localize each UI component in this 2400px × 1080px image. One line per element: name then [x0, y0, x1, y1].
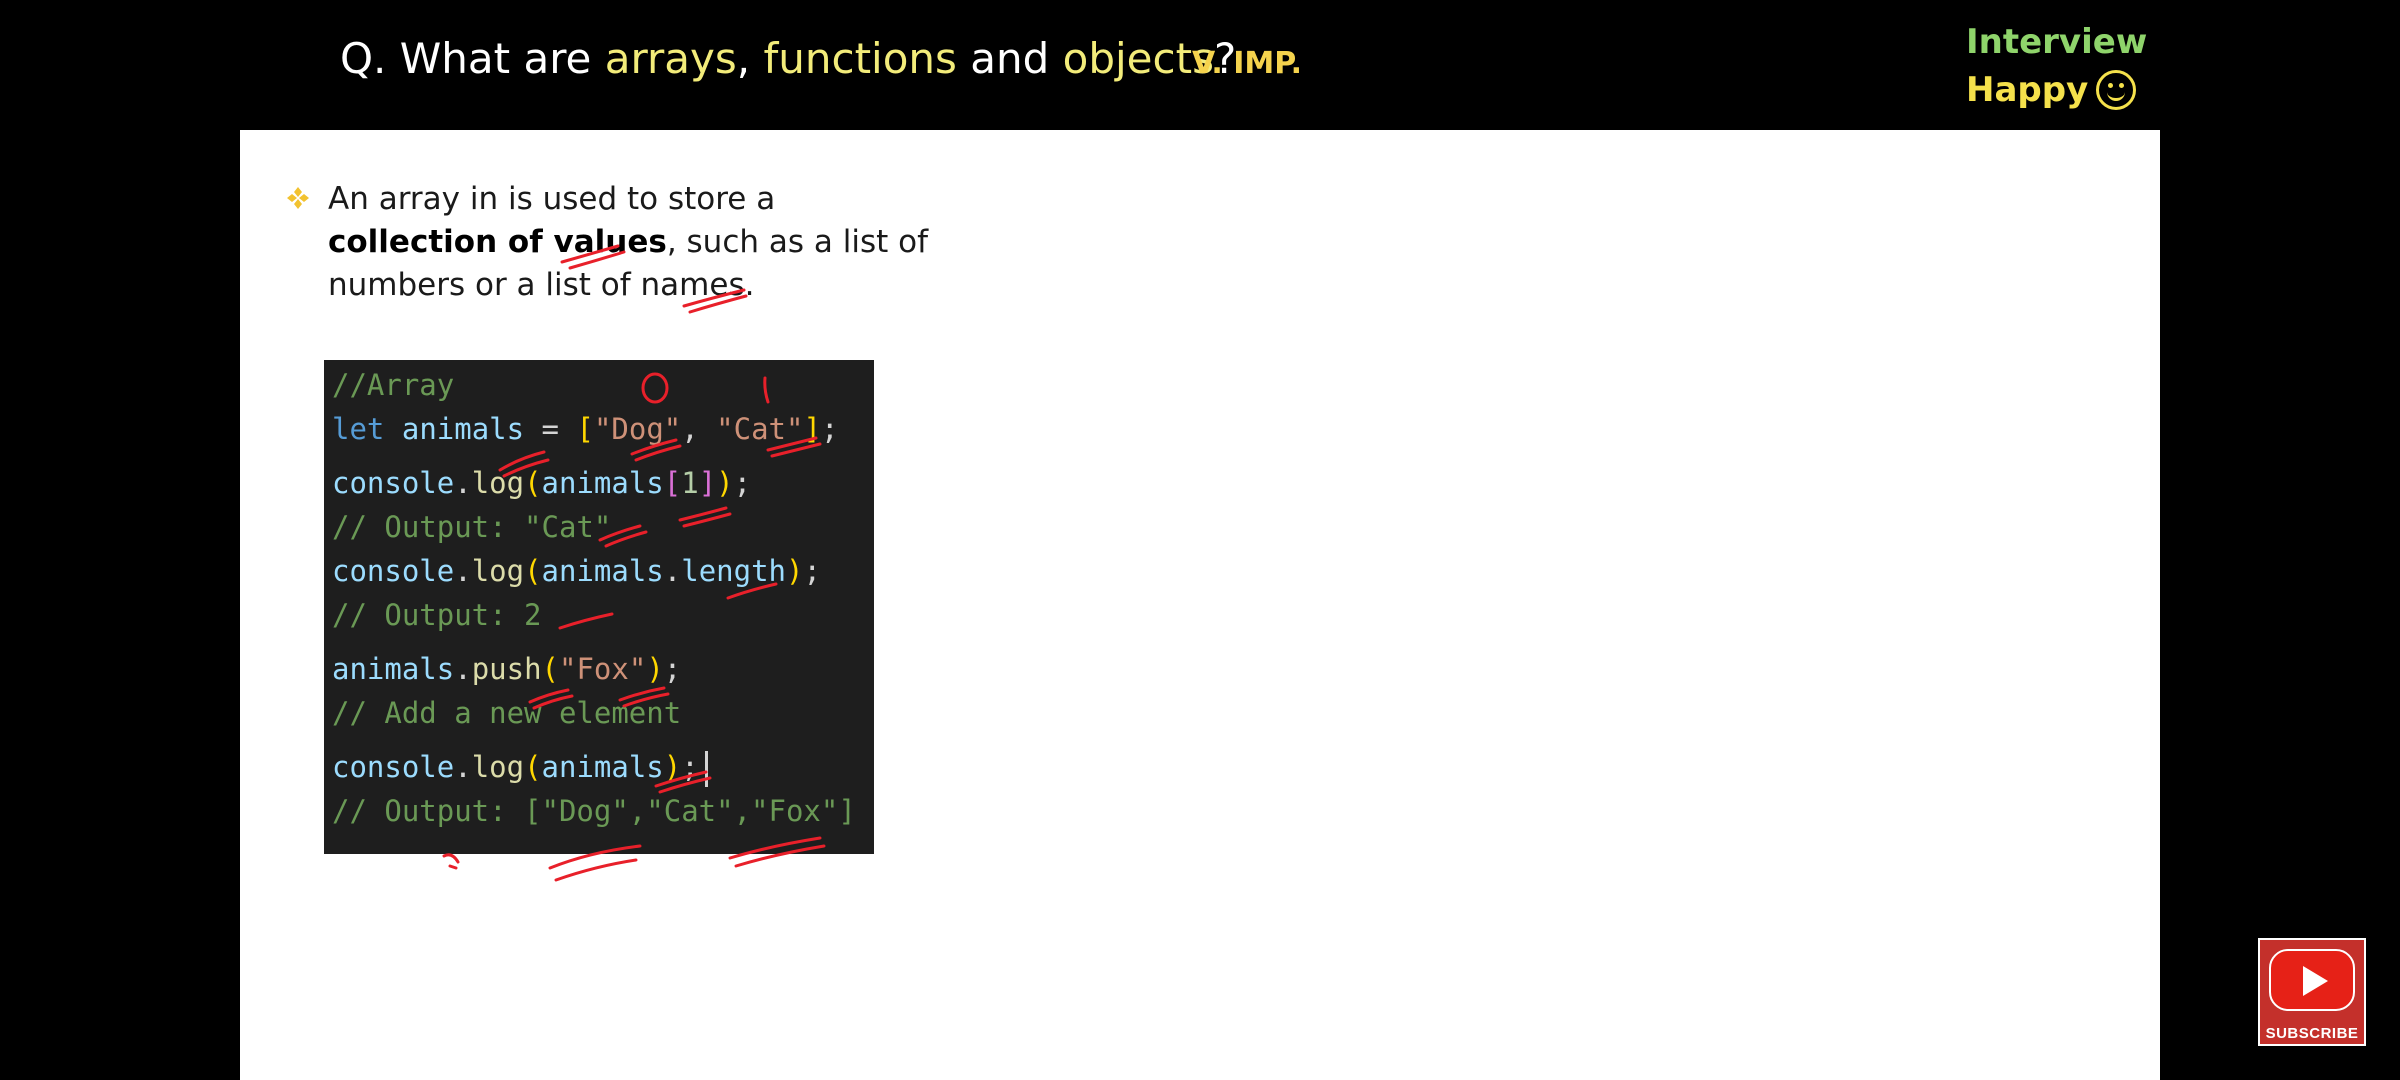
code-line-7: animals.push("Fox"); [332, 652, 682, 686]
slide-body: An array in is used to store a collectio… [240, 130, 2160, 1080]
code-line-9: console.log(animals); [332, 750, 708, 787]
smiley-face-icon [2096, 70, 2137, 110]
code-line-1: //Array [332, 368, 455, 402]
subscribe-button[interactable]: SUBSCRIBE [2258, 938, 2366, 1046]
slide-header: Q. What are arrays, functions and object… [0, 0, 2400, 130]
title-prefix: Q. What are [340, 34, 605, 83]
definition-line-3: numbers or a list of names. [328, 267, 755, 303]
title-sep-2: and [956, 34, 1063, 83]
text-cursor [704, 751, 708, 787]
youtube-play-icon [2269, 949, 2355, 1011]
brand-line-2-text: Happy [1966, 70, 2089, 110]
diamond-bullet-icon [287, 187, 309, 209]
code-line-4: // Output: "Cat" [332, 510, 612, 544]
brand-line-1: Interview [1966, 22, 2148, 62]
video-frame: Q. What are arrays, functions and object… [0, 0, 2400, 1080]
importance-badge: V. IMP. [1192, 46, 1303, 81]
definition-bold: collection of values [328, 224, 667, 260]
term-functions: functions [763, 34, 957, 83]
title-sep-1: , [736, 34, 764, 83]
brand-logo: Interview Happy [1966, 18, 2147, 114]
term-arrays: arrays [604, 34, 737, 83]
code-line-3: console.log(animals[1]); [332, 466, 752, 500]
code-line-8: // Add a new element [332, 696, 682, 730]
code-line-2: let animals = ["Dog", "Cat"]; [332, 412, 839, 446]
brand-line-2: Happy [1966, 66, 2147, 114]
code-line-10: // Output: ["Dog","Cat","Fox"] [332, 794, 856, 828]
question-title: Q. What are arrays, functions and object… [340, 34, 1236, 83]
code-snippet: //Array let animals = ["Dog", "Cat"]; co… [324, 360, 874, 854]
definition-line-1: An array in is used to store a [328, 181, 776, 217]
definition-line-2: , such as a list of [666, 224, 928, 260]
subscribe-label: SUBSCRIBE [2265, 1025, 2359, 1042]
code-line-6: // Output: 2 [332, 598, 542, 632]
code-line-5: console.log(animals.length); [332, 554, 821, 588]
array-definition: An array in is used to store a collectio… [328, 178, 948, 307]
